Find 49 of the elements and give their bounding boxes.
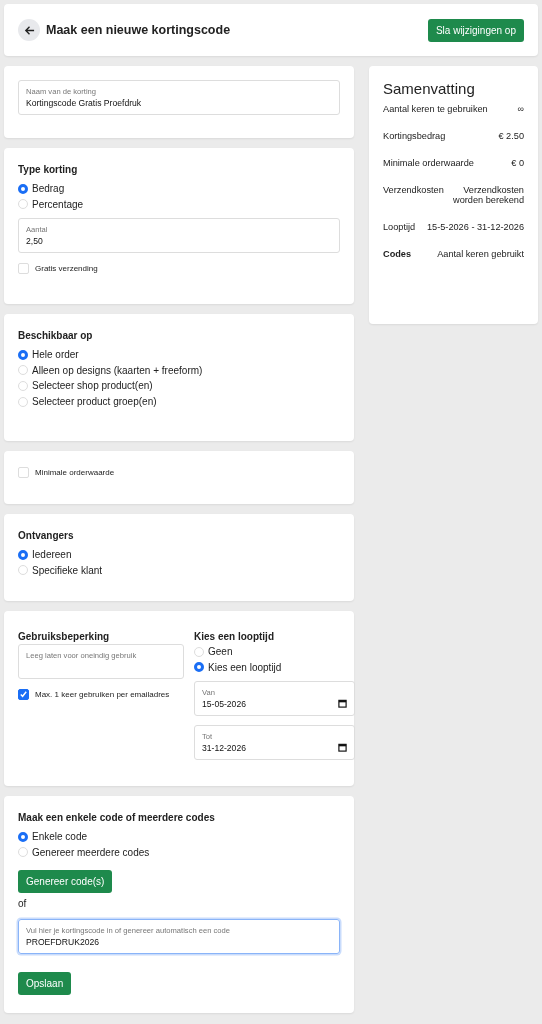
radio-button[interactable] (18, 183, 28, 194)
summary-label: Looptijd (383, 222, 416, 232)
summary-label: Kortingsbedrag (383, 131, 446, 141)
summary-value: € 2.50 (498, 131, 524, 141)
back-button[interactable] (18, 19, 40, 41)
section-title: Type korting (18, 164, 79, 175)
summary-value: ∞ (517, 104, 524, 114)
summary-title: Samenvatting (383, 80, 476, 97)
radio-button[interactable] (18, 349, 28, 360)
or-text: of (18, 898, 28, 910)
summary-value: Verzendkosten worden berekend (452, 185, 524, 205)
summary-label: Verzendkosten (383, 185, 444, 197)
save-button[interactable]: Sla wijzigingen op (427, 18, 524, 42)
summary-value: Aantal keren gebruikt (437, 249, 524, 259)
checkbox-label: Gratis verzending (35, 264, 98, 274)
checkbox[interactable] (18, 689, 29, 700)
radio-button[interactable] (18, 831, 28, 842)
section-title: Gebruiksbeperking (18, 631, 111, 642)
section-title: Maak een enkele code of meerdere codes (18, 812, 216, 823)
radio-label: Specifieke klant (32, 564, 103, 576)
checkbox-label: Max. 1 keer gebruiken per emailadres (35, 690, 170, 699)
calendar-icon[interactable] (338, 742, 347, 752)
radio-label: Selecteer product groep(en) (32, 396, 157, 408)
generate-button[interactable]: Genereer code(s) (18, 870, 113, 894)
radio-button[interactable] (18, 549, 28, 560)
checkbox-label: Minimale orderwaarde (35, 468, 115, 477)
radio-label: Percentage (32, 198, 84, 210)
summary-label: Aantal keren te gebruiken (383, 104, 488, 114)
radio-label: Alleen op designs (kaarten + freeform) (32, 364, 203, 376)
summary-label: Codes (383, 249, 412, 259)
radio-label: Genereer meerdere codes (32, 846, 150, 858)
section-title: Ontvangers (18, 530, 75, 541)
radio-label: Iedereen (32, 549, 72, 561)
radio-label: Geen (208, 646, 233, 658)
page-title: Maak een nieuwe kortingscode (46, 23, 232, 37)
section-title: Beschikbaar op (18, 330, 94, 341)
radio-button[interactable] (194, 662, 204, 673)
summary-value: 15-5-2026 - 31-12-2026 (426, 222, 524, 232)
radio-label: Selecteer shop product(en) (32, 380, 153, 392)
summary-label: Minimale orderwaarde (383, 158, 474, 168)
save-button[interactable]: Opslaan (18, 972, 72, 996)
summary-value: € 0 (511, 158, 524, 168)
radio-label: Bedrag (32, 183, 65, 195)
radio-label: Enkele code (32, 831, 88, 843)
section-title: Kies een looptijd (194, 631, 275, 642)
radio-label: Kies een looptijd (208, 661, 282, 673)
calendar-icon[interactable] (338, 698, 347, 708)
back-arrow-icon (23, 24, 35, 36)
radio-label: Hele order (32, 349, 79, 361)
